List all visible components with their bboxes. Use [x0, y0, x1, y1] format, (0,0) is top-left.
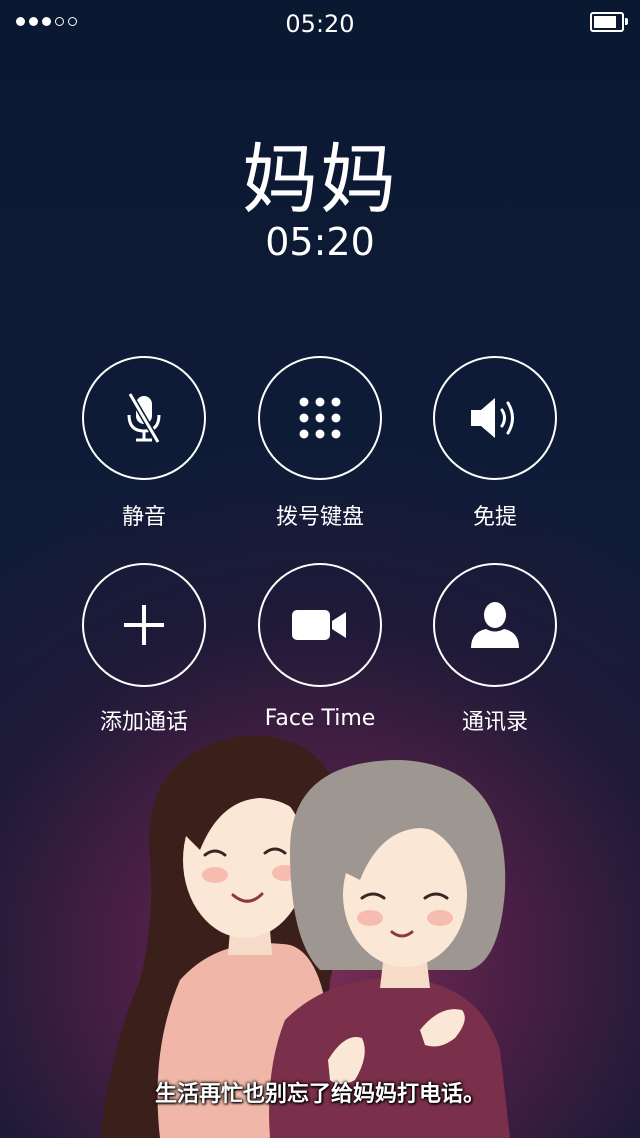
mic-off-icon — [127, 392, 161, 444]
incoming-call-screen: 05:20 妈妈 05:20 静音 拨号键盘 免提 添加通话 Face Time… — [0, 0, 640, 1138]
keypad-icon — [299, 397, 341, 439]
contacts-button[interactable] — [433, 563, 557, 687]
status-time: 05:20 — [285, 10, 355, 38]
call-duration: 05:20 — [265, 220, 375, 264]
video-camera-icon — [292, 610, 346, 640]
speaker-button[interactable] — [433, 356, 557, 480]
plus-icon — [124, 605, 164, 645]
add-call-button[interactable] — [82, 563, 206, 687]
keypad-button[interactable] — [258, 356, 382, 480]
mute-button[interactable] — [82, 356, 206, 480]
speaker-label: 免提 — [472, 505, 517, 530]
battery-icon — [590, 12, 628, 32]
keypad-label: 拨号键盘 — [275, 505, 364, 530]
status-bar: 05:20 — [0, 0, 640, 50]
speaker-icon — [471, 398, 514, 438]
mute-label: 静音 — [121, 505, 166, 530]
contact-name: 妈妈 — [242, 135, 398, 224]
facetime-button[interactable] — [258, 563, 382, 687]
caption: 生活再忙也别忘了给妈妈打电话。 — [154, 1082, 485, 1107]
person-icon — [471, 602, 519, 648]
